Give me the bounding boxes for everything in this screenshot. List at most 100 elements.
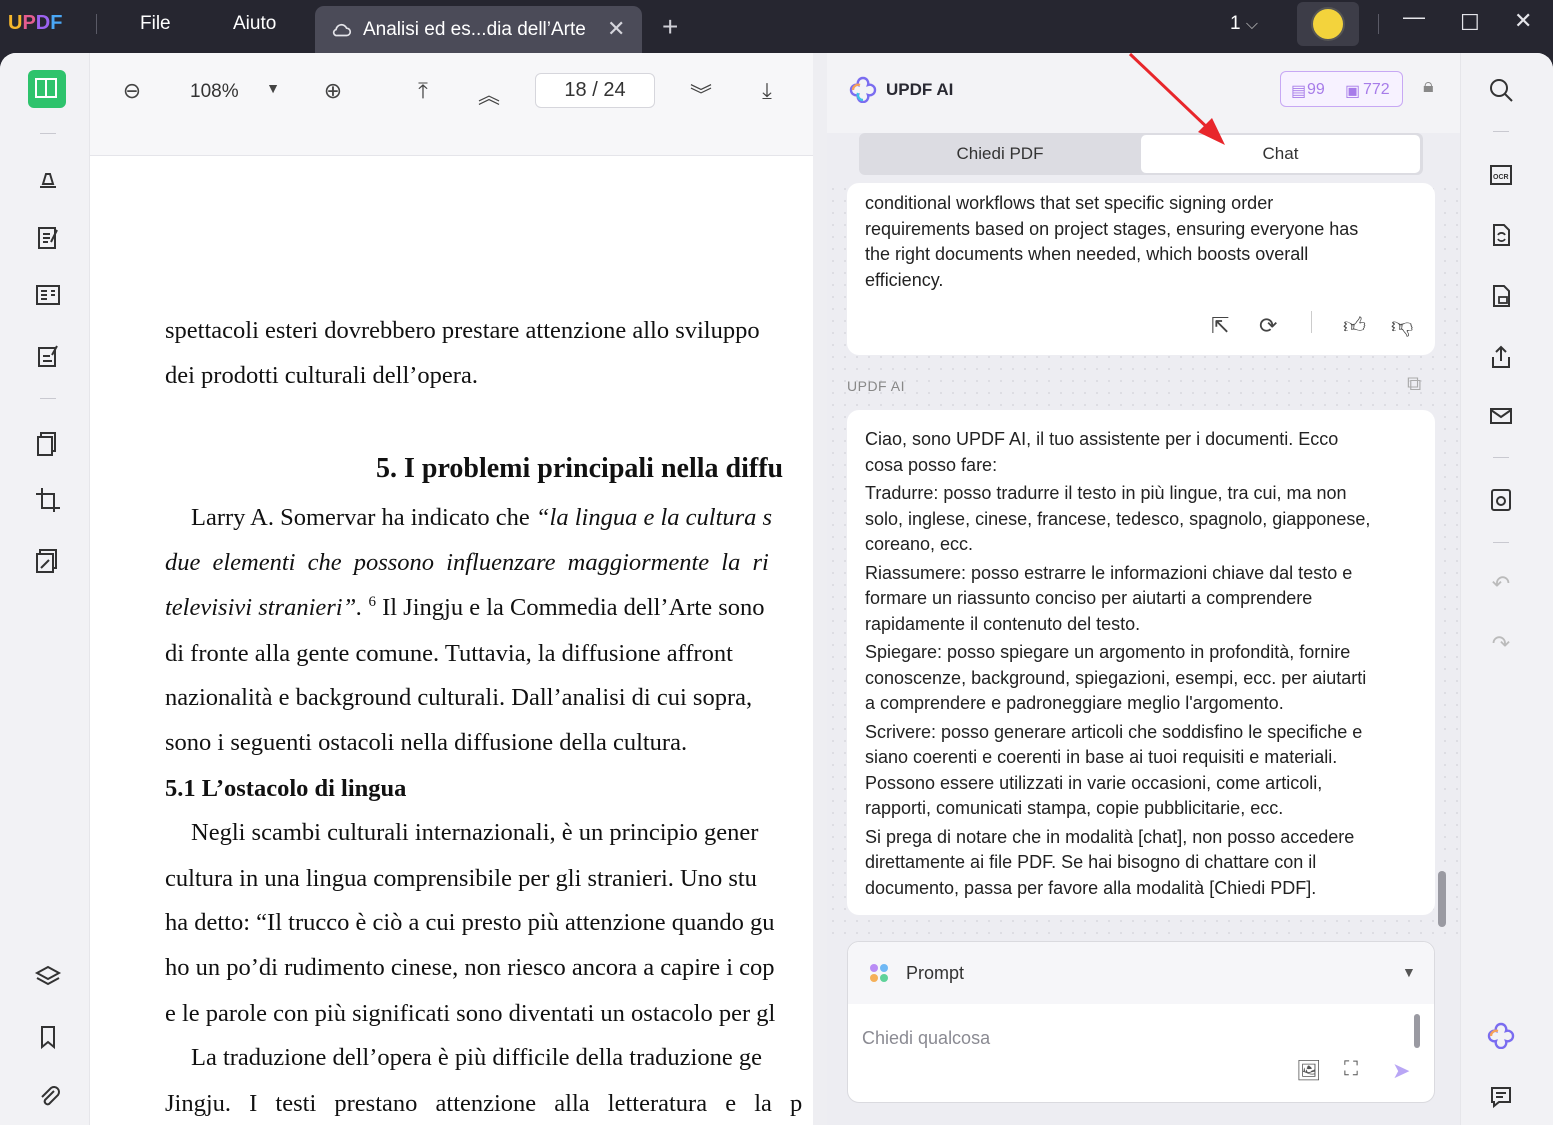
credits-badge[interactable]: ▤ 99 ▣ 772	[1280, 71, 1403, 107]
doc-line: cultura in una lingua comprensibile per …	[165, 865, 757, 892]
convert-icon[interactable]	[1487, 221, 1515, 249]
tab-count: 1	[1230, 13, 1241, 34]
input-scrollbar[interactable]	[1414, 1014, 1420, 1048]
title-separator	[1378, 14, 1379, 34]
right-toolbar: OCR ↶ ↷	[1460, 53, 1553, 1125]
tab-title: Analisi ed es...dia dell’Arte	[363, 19, 586, 40]
ai-mode-tabs: Chiedi PDF Chat	[859, 133, 1423, 175]
document-tab[interactable]: Analisi ed es...dia dell’Arte ✕	[315, 6, 642, 53]
doc-line: Jingju. I testi prestano attenzione alla…	[165, 1090, 803, 1117]
chat-input[interactable]	[862, 1024, 1402, 1052]
thumbs-up-icon[interactable]: 👍︎	[1343, 313, 1366, 339]
doc-line: due elementi che possono influenzare mag…	[165, 549, 769, 576]
doc-line: sono i seguenti ostacoli nella diffusion…	[165, 729, 688, 756]
doc-line: e le parole con più significati sono div…	[165, 1000, 776, 1027]
minimize-icon[interactable]: —	[1403, 4, 1425, 30]
doc-line: di fronte alla gente comune. Tuttavia, l…	[165, 640, 733, 667]
reader-mode-icon[interactable]	[28, 70, 66, 108]
share-export-icon[interactable]	[1487, 343, 1515, 371]
edit-pdf-icon[interactable]	[30, 220, 66, 256]
tab-chat[interactable]: Chat	[1141, 135, 1420, 173]
page-tools-icon[interactable]	[30, 542, 66, 578]
copy-icon[interactable]: ⧉	[1407, 373, 1421, 396]
email-icon[interactable]	[1487, 402, 1515, 430]
prompt-selector[interactable]: Prompt ▼	[848, 942, 1434, 1004]
send-icon[interactable]: ➤	[1392, 1058, 1410, 1084]
pdf-toolbar: ⊖ 108% ▼ ⊕ ⤒ ︽ 18 / 24 ︾ ⤓	[90, 53, 813, 156]
doc-line: dei prodotti culturali dell’opera.	[165, 362, 478, 389]
first-page-icon[interactable]: ⤒	[408, 78, 438, 108]
last-page-icon[interactable]: ⤓	[752, 78, 782, 108]
ai-message-card: Ciao, sono UPDF AI, il tuo assistente pe…	[847, 410, 1435, 915]
updf-ai-logo-icon	[849, 76, 877, 103]
lock-icon[interactable]: 🔒︎	[1423, 75, 1434, 98]
updf-ai-icon[interactable]	[1487, 1021, 1515, 1050]
divider	[1493, 457, 1509, 458]
main-frame: ⊖ 108% ▼ ⊕ ⤒ ︽ 18 / 24 ︾ ⤓ spettacoli es…	[0, 53, 1553, 1125]
chat-scrollbar[interactable]	[1438, 871, 1446, 927]
tab-count-dropdown[interactable]: 1 ⌵	[1230, 13, 1258, 35]
thumbs-down-icon[interactable]: 👎︎	[1391, 313, 1413, 339]
menu-file[interactable]: File	[140, 13, 171, 35]
zoom-in-icon[interactable]: ⊕	[318, 78, 348, 108]
form-icon[interactable]	[30, 277, 66, 313]
zoom-out-icon[interactable]: ⊖	[117, 78, 147, 108]
pdf-credits: 99	[1307, 81, 1325, 98]
doc-line: Negli scambi culturali internazionali, è…	[191, 819, 759, 846]
ai-title: UPDF AI	[886, 80, 954, 99]
redo-icon[interactable]: ↷	[1487, 631, 1515, 659]
previous-page-icon[interactable]: ︽	[474, 78, 504, 108]
comment-icon[interactable]	[1487, 1083, 1515, 1111]
chevron-down-icon: ⌵	[1245, 16, 1258, 33]
zoom-dropdown-icon[interactable]: ▼	[258, 80, 288, 110]
tab-chiedi-pdf[interactable]: Chiedi PDF	[861, 135, 1139, 173]
image-upload-icon[interactable]: 🖼︎	[1296, 1058, 1321, 1083]
title-bar: UPDF File Aiuto Analisi ed es...dia dell…	[0, 0, 1553, 53]
chevron-down-icon: ▼	[1402, 964, 1416, 980]
attachment-icon[interactable]	[30, 1079, 66, 1115]
doc-line: La traduzione dell’opera è più difficile…	[191, 1044, 762, 1071]
tab-close-icon[interactable]: ✕	[607, 16, 625, 42]
close-icon[interactable]: ✕	[1514, 8, 1532, 34]
avatar[interactable]	[1297, 2, 1359, 46]
current-page: 18	[564, 79, 587, 101]
maximize-icon[interactable]: ☐	[1460, 10, 1480, 36]
section-heading: 5. I problemi principali nella diffu	[376, 453, 784, 484]
page-number-field[interactable]: 18 / 24	[535, 73, 655, 108]
title-separator	[96, 14, 97, 34]
save-icon[interactable]	[1487, 486, 1515, 514]
pdf-page: spettacoli esteri dovrebbero prestare at…	[90, 157, 813, 1125]
sign-icon[interactable]	[30, 338, 66, 374]
search-icon[interactable]	[1487, 76, 1515, 104]
zoom-level[interactable]: 108%	[190, 81, 239, 103]
ocr-icon[interactable]: OCR	[1487, 161, 1515, 189]
bookmark-icon[interactable]	[30, 1019, 66, 1055]
share-icon[interactable]: ⇱	[1211, 313, 1229, 339]
ai-header: UPDF AI ▤ 99 ▣ 772 🔒︎	[827, 53, 1460, 133]
next-page-icon[interactable]: ︾	[686, 78, 716, 108]
svg-text:OCR: OCR	[1493, 174, 1509, 181]
regenerate-icon[interactable]: ⟳	[1259, 313, 1277, 339]
layers-icon[interactable]	[30, 958, 66, 994]
prompt-label: Prompt	[906, 963, 965, 983]
panel-divider[interactable]	[813, 53, 827, 1125]
screenshot-crop-icon[interactable]: ⛶	[1344, 1058, 1358, 1081]
doc-line: ho un po’di rudimento cinese, non riesco…	[165, 954, 775, 981]
left-toolbar	[0, 53, 90, 1125]
highlighter-icon[interactable]	[30, 160, 66, 196]
ai-panel: UPDF AI ▤ 99 ▣ 772 🔒︎ Chiedi PDF Chat co…	[827, 53, 1460, 1125]
menu-aiuto[interactable]: Aiuto	[233, 13, 276, 35]
doc-line: televisivi stranieri”. 6 Il Jingju e la …	[165, 594, 765, 622]
new-tab-icon[interactable]: +	[662, 11, 678, 43]
chat-input-box: Prompt ▼ 🖼︎ ⛶ ➤	[847, 941, 1435, 1103]
pdf-credits-icon: ▤	[1291, 83, 1307, 100]
previous-message-text: conditional workflows that set specific …	[865, 193, 1359, 290]
organize-pages-icon[interactable]	[30, 425, 66, 461]
crop-icon[interactable]	[30, 482, 66, 518]
divider	[40, 133, 56, 134]
doc-line: nazionalità e background culturali. Dall…	[165, 684, 753, 711]
protect-icon[interactable]	[1487, 282, 1515, 310]
undo-icon[interactable]: ↶	[1487, 571, 1515, 599]
avatar-image	[1311, 7, 1345, 41]
divider	[40, 398, 56, 399]
